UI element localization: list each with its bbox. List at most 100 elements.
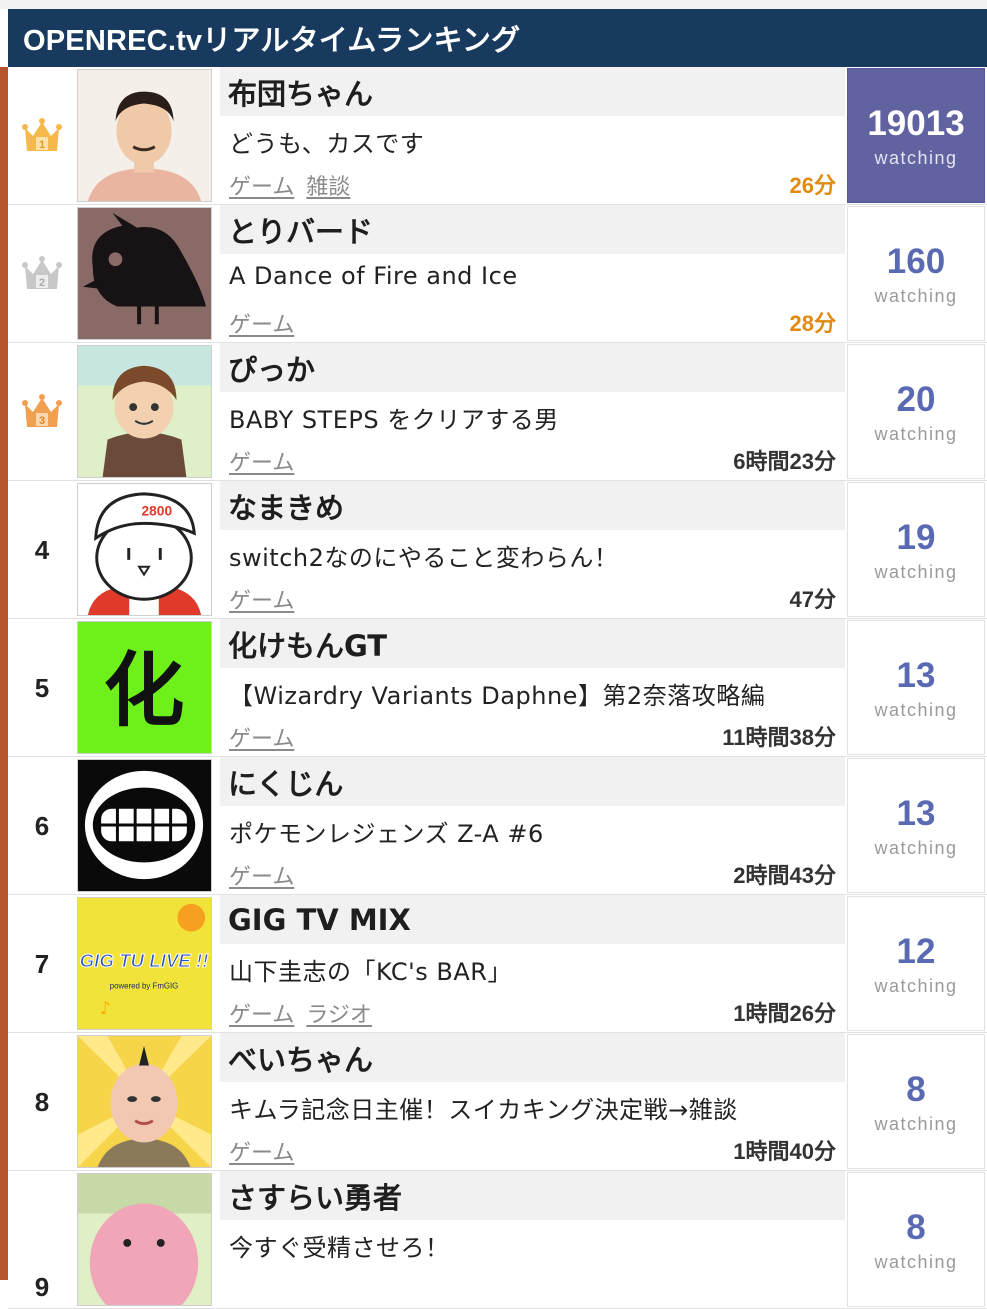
stream-title[interactable]: 山下圭志の「KC's BAR」 bbox=[229, 952, 844, 987]
stream-title[interactable]: BABY STEPS をクリアする男 bbox=[229, 400, 844, 435]
svg-text:♪: ♪ bbox=[100, 999, 111, 1019]
viewer-unit: watching bbox=[874, 1252, 958, 1272]
streamer-name[interactable]: べいちゃん bbox=[220, 1037, 373, 1079]
rank-cell: 4 bbox=[8, 481, 76, 619]
ranking-row[interactable]: 8 べいちゃん キムラ記念日主催！スイカキング決定戦→雑談 ゲーム 1時間40分… bbox=[8, 1033, 987, 1171]
viewer-count: 160 bbox=[886, 242, 946, 281]
viewer-count: 19 bbox=[896, 518, 936, 557]
ranking-row[interactable]: 5 化 化けもんGT 【Wizardry Variants Daphne】第2奈… bbox=[8, 619, 987, 757]
viewer-count-box: 8 watching bbox=[847, 1034, 985, 1169]
avatar-pink-blob bbox=[78, 1174, 211, 1305]
streamer-name[interactable]: とりバード bbox=[220, 209, 373, 251]
viewer-unit: watching bbox=[874, 976, 958, 996]
svg-text:2800: 2800 bbox=[141, 504, 172, 519]
ranking-row[interactable]: 9 さすらい勇者 今すぐ受精させろ！ 8 watching bbox=[8, 1171, 987, 1309]
streamer-thumbnail[interactable] bbox=[77, 69, 212, 202]
viewer-count: 20 bbox=[896, 380, 936, 419]
name-band: ぴっか bbox=[220, 343, 845, 392]
tag-link[interactable]: ゲーム bbox=[229, 721, 294, 753]
tag-list: ゲーム 雑談 bbox=[229, 169, 350, 201]
viewer-count-box: 160 watching bbox=[847, 206, 985, 341]
tag-link[interactable]: ゲーム bbox=[229, 997, 294, 1029]
elapsed-time: 1時間40分 bbox=[733, 1139, 836, 1164]
stream-title[interactable]: どうも、カスです bbox=[229, 124, 844, 159]
streamer-thumbnail[interactable] bbox=[77, 1035, 212, 1168]
streamer-thumbnail[interactable] bbox=[77, 759, 212, 892]
top-strip bbox=[0, 0, 987, 9]
viewer-count: 8 bbox=[906, 1208, 926, 1247]
streamer-thumbnail[interactable]: 2800 bbox=[77, 483, 212, 616]
streamer-name[interactable]: 布団ちゃん bbox=[220, 71, 373, 113]
elapsed-time: 47分 bbox=[789, 587, 836, 612]
ranking-row[interactable]: 1 布団ちゃん どうも、カスです ゲーム 雑談 26分 19013 watchi… bbox=[8, 67, 987, 205]
streamer-name[interactable]: にくじん bbox=[220, 761, 343, 803]
elapsed-time: 2時間43分 bbox=[733, 863, 836, 888]
name-band: さすらい勇者 bbox=[220, 1171, 845, 1220]
viewer-unit: watching bbox=[874, 1114, 958, 1134]
tag-link[interactable]: ラジオ bbox=[306, 997, 372, 1029]
tag-link[interactable]: ゲーム bbox=[229, 859, 294, 891]
tag-link[interactable]: ゲーム bbox=[229, 445, 294, 477]
tag-list: ゲーム bbox=[229, 307, 294, 339]
streamer-thumbnail[interactable]: 化 bbox=[77, 621, 212, 754]
viewer-count-box: 13 watching bbox=[847, 620, 985, 755]
stream-title[interactable]: 今すぐ受精させろ！ bbox=[229, 1228, 844, 1263]
elapsed-time: 26分 bbox=[789, 173, 836, 198]
tag-link[interactable]: ゲーム bbox=[229, 1135, 294, 1167]
streamer-thumbnail[interactable] bbox=[77, 345, 212, 478]
stream-title[interactable]: 【Wizardry Variants Daphne】第2奈落攻略編 bbox=[229, 676, 844, 711]
ranking-row[interactable]: 7 GIG TU LIVE !! powered by FmGIG ♪ GIG … bbox=[8, 895, 987, 1033]
rank-cell: 7 bbox=[8, 895, 76, 1033]
ranking-row[interactable]: 6 にくじん ポケモンレジェンズ Z-A #6 ゲーム 2時間43分 13 wa… bbox=[8, 757, 987, 895]
svg-text:化: 化 bbox=[104, 645, 185, 739]
avatar-cap-character: 2800 bbox=[78, 484, 211, 615]
viewer-count: 13 bbox=[896, 794, 936, 833]
ranking-list: 1 布団ちゃん どうも、カスです ゲーム 雑談 26分 19013 watchi… bbox=[8, 67, 987, 1309]
tag-link[interactable]: ゲーム bbox=[229, 307, 294, 339]
streamer-name[interactable]: GIG TV MIX bbox=[220, 903, 411, 937]
streamer-name[interactable]: なまきめ bbox=[220, 485, 344, 527]
ranking-row[interactable]: 4 2800 なまきめ switch2なのにやること変わらん！ ゲーム 47分 … bbox=[8, 481, 987, 619]
streamer-name[interactable]: さすらい勇者 bbox=[220, 1175, 402, 1217]
viewer-count: 12 bbox=[896, 932, 936, 971]
rank-cell: 8 bbox=[8, 1033, 76, 1171]
viewer-count-box: 13 watching bbox=[847, 758, 985, 893]
stream-title[interactable]: キムラ記念日主催！スイカキング決定戦→雑談 bbox=[229, 1090, 844, 1125]
gold-crown-icon: 1 bbox=[22, 118, 62, 151]
streamer-thumbnail[interactable] bbox=[77, 1173, 212, 1306]
tag-link[interactable]: 雑談 bbox=[306, 169, 350, 201]
viewer-unit: watching bbox=[874, 838, 958, 858]
streamer-thumbnail[interactable] bbox=[77, 207, 212, 340]
ranking-header: OPENREC.tvリアルタイムランキング bbox=[8, 9, 987, 67]
streamer-name[interactable]: ぴっか bbox=[220, 347, 315, 389]
tag-link[interactable]: ゲーム bbox=[229, 583, 294, 615]
viewer-count-box: 19013 watching bbox=[847, 68, 985, 203]
ranking-row[interactable]: 3 ぴっか BABY STEPS をクリアする男 ゲーム 6時間23分 20 w… bbox=[8, 343, 987, 481]
svg-text:1: 1 bbox=[39, 139, 45, 151]
tag-list: ゲーム ラジオ bbox=[229, 997, 372, 1029]
tag-link[interactable]: ゲーム bbox=[229, 169, 294, 201]
avatar-bird-logo bbox=[78, 208, 211, 339]
ranking-row[interactable]: 2 とりバード A Dance of Fire and Ice ゲーム 28分 … bbox=[8, 205, 987, 343]
rank-number: 4 bbox=[34, 534, 50, 565]
streamer-name[interactable]: 化けもんGT bbox=[220, 623, 387, 665]
stream-title[interactable]: A Dance of Fire and Ice bbox=[229, 262, 844, 290]
viewer-count-box: 19 watching bbox=[847, 482, 985, 617]
left-accent-bar bbox=[0, 67, 8, 1280]
tag-list: ゲーム bbox=[229, 721, 294, 753]
stream-title[interactable]: ポケモンレジェンズ Z-A #6 bbox=[229, 814, 844, 849]
streamer-thumbnail[interactable]: GIG TU LIVE !! powered by FmGIG ♪ bbox=[77, 897, 212, 1030]
avatar-teeth-logo bbox=[78, 760, 211, 891]
svg-text:3: 3 bbox=[39, 415, 45, 427]
elapsed-time: 6時間23分 bbox=[733, 449, 836, 474]
rank-number: 6 bbox=[34, 810, 50, 841]
stream-title[interactable]: switch2なのにやること変わらん！ bbox=[229, 538, 844, 573]
rank-number: 9 bbox=[34, 1272, 50, 1302]
rank-cell: 3 bbox=[8, 343, 76, 481]
viewer-unit: watching bbox=[874, 424, 958, 444]
elapsed-time: 28分 bbox=[789, 311, 836, 336]
rank-cell: 1 bbox=[8, 67, 76, 205]
avatar-face-photo bbox=[78, 1036, 211, 1167]
viewer-count: 19013 bbox=[867, 104, 965, 143]
avatar-man-photo bbox=[78, 70, 211, 201]
